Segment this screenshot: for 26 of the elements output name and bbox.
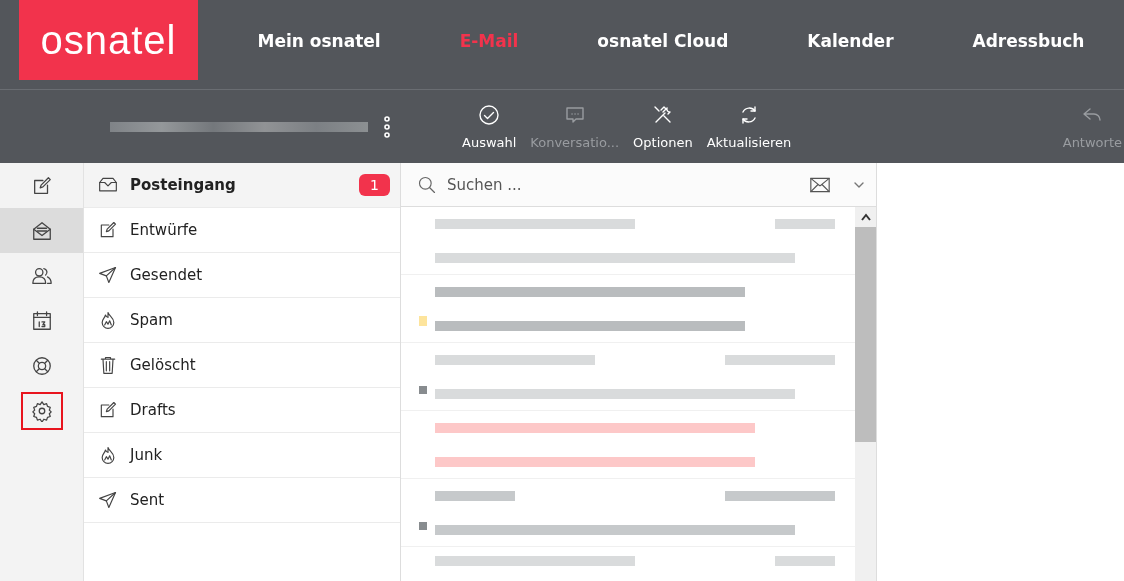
folder-item[interactable]: Drafts — [84, 388, 400, 433]
folder-item[interactable]: Spam — [84, 298, 400, 343]
folder-item[interactable]: Gesendet — [84, 253, 400, 298]
nav-tab[interactable]: osnatel Cloud — [597, 30, 729, 51]
folder-label: Gesendet — [130, 266, 204, 284]
toolbar-button[interactable]: Optionen — [633, 103, 693, 150]
folder-label: Junk — [130, 446, 164, 464]
folder-label: Gelöscht — [130, 356, 197, 374]
nav-tab[interactable]: Kalender — [807, 30, 894, 51]
unread-count: 1 — [359, 174, 390, 196]
folder-item[interactable]: Posteingang 1 — [84, 163, 400, 208]
toolbar-button[interactable]: Aktualisieren — [706, 103, 792, 150]
folder-label: Drafts — [130, 401, 177, 419]
folder-item[interactable]: Gelöscht — [84, 343, 400, 388]
nav-tab[interactable]: Adressbuch — [972, 30, 1085, 51]
toolbar-button[interactable]: Auswahl — [462, 103, 517, 150]
folder-label: Sent — [130, 491, 166, 509]
search-field[interactable]: Suchen ... — [401, 163, 876, 207]
folder-item[interactable]: Entwürfe — [84, 208, 400, 253]
folder-item[interactable]: Junk — [84, 433, 400, 478]
folder-label: Posteingang — [130, 176, 237, 194]
folder-item[interactable]: Sent — [84, 478, 400, 523]
logo[interactable]: osnatel — [19, 0, 198, 80]
folder-label: Entwürfe — [130, 221, 199, 239]
nav-tab[interactable]: Mein osnatel — [257, 30, 381, 51]
folder-label: Spam — [130, 311, 174, 329]
